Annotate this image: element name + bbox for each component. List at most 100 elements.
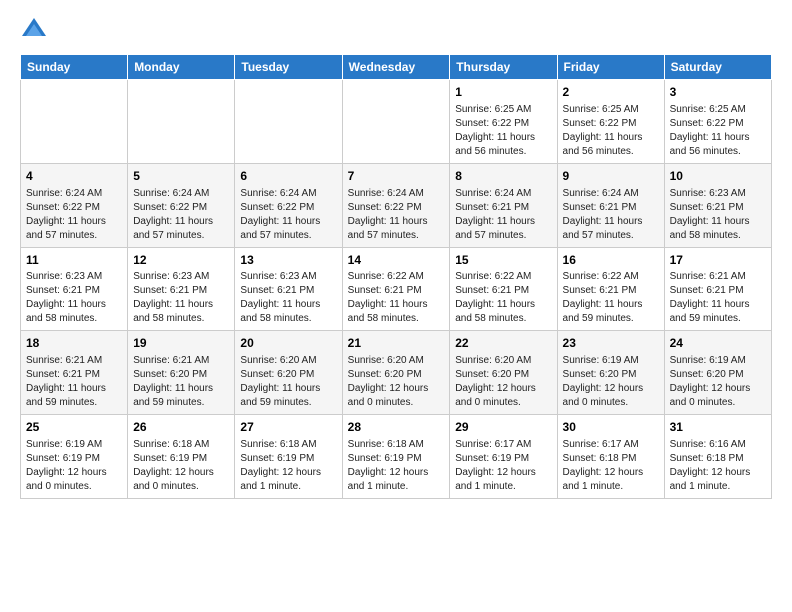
day-number: 27 (240, 419, 336, 436)
day-info: Sunrise: 6:16 AM Sunset: 6:18 PM Dayligh… (670, 438, 766, 494)
day-number: 8 (455, 168, 551, 185)
day-number: 23 (563, 335, 659, 352)
day-info: Sunrise: 6:24 AM Sunset: 6:22 PM Dayligh… (348, 187, 445, 243)
weekday-header-wednesday: Wednesday (342, 55, 450, 80)
day-info: Sunrise: 6:22 AM Sunset: 6:21 PM Dayligh… (563, 270, 659, 326)
day-info: Sunrise: 6:20 AM Sunset: 6:20 PM Dayligh… (348, 354, 445, 410)
calendar-cell: 26 Sunrise: 6:18 AM Sunset: 6:19 PM Dayli… (128, 415, 235, 499)
day-number: 11 (26, 252, 122, 269)
calendar-cell: 11Sunrise: 6:23 AM Sunset: 6:21 PM Dayli… (21, 247, 128, 331)
calendar-cell: 28Sunrise: 6:18 AM Sunset: 6:19 PM Dayli… (342, 415, 450, 499)
calendar-cell: 23 Sunrise: 6:19 AM Sunset: 6:20 PM Dayli… (557, 331, 664, 415)
day-number: 17 (670, 252, 766, 269)
calendar-cell: 29 Sunrise: 6:17 AM Sunset: 6:19 PM Dayli… (450, 415, 557, 499)
calendar-cell: 14Sunrise: 6:22 AM Sunset: 6:21 PM Dayli… (342, 247, 450, 331)
day-info: Sunrise: 6:23 AM Sunset: 6:21 PM Dayligh… (26, 270, 122, 326)
day-number: 19 (133, 335, 229, 352)
day-info: Sunrise: 6:18 AM Sunset: 6:19 PM Dayligh… (133, 438, 229, 494)
day-info: Sunrise: 6:24 AM Sunset: 6:21 PM Dayligh… (563, 187, 659, 243)
day-info: Sunrise: 6:22 AM Sunset: 6:21 PM Dayligh… (455, 270, 551, 326)
weekday-header-thursday: Thursday (450, 55, 557, 80)
day-info: Sunrise: 6:21 AM Sunset: 6:21 PM Dayligh… (26, 354, 122, 410)
day-info: Sunrise: 6:24 AM Sunset: 6:22 PM Dayligh… (240, 187, 336, 243)
weekday-header-monday: Monday (128, 55, 235, 80)
day-info: Sunrise: 6:24 AM Sunset: 6:22 PM Dayligh… (26, 187, 122, 243)
day-info: Sunrise: 6:21 AM Sunset: 6:20 PM Dayligh… (133, 354, 229, 410)
day-number: 3 (670, 84, 766, 101)
calendar-cell: 18Sunrise: 6:21 AM Sunset: 6:21 PM Dayli… (21, 331, 128, 415)
day-info: Sunrise: 6:25 AM Sunset: 6:22 PM Dayligh… (455, 103, 551, 159)
calendar-cell (235, 80, 342, 164)
weekday-header-sunday: Sunday (21, 55, 128, 80)
day-info: Sunrise: 6:24 AM Sunset: 6:21 PM Dayligh… (455, 187, 551, 243)
day-number: 5 (133, 168, 229, 185)
day-number: 1 (455, 84, 551, 101)
day-info: Sunrise: 6:17 AM Sunset: 6:18 PM Dayligh… (563, 438, 659, 494)
calendar-cell: 30 Sunrise: 6:17 AM Sunset: 6:18 PM Dayli… (557, 415, 664, 499)
day-number: 4 (26, 168, 122, 185)
day-info: Sunrise: 6:17 AM Sunset: 6:19 PM Dayligh… (455, 438, 551, 494)
day-info: Sunrise: 6:19 AM Sunset: 6:20 PM Dayligh… (563, 354, 659, 410)
calendar-cell: 13Sunrise: 6:23 AM Sunset: 6:21 PM Dayli… (235, 247, 342, 331)
day-number: 29 (455, 419, 551, 436)
day-number: 15 (455, 252, 551, 269)
day-number: 13 (240, 252, 336, 269)
day-info: Sunrise: 6:23 AM Sunset: 6:21 PM Dayligh… (240, 270, 336, 326)
weekday-header-row: SundayMondayTuesdayWednesdayThursdayFrid… (21, 55, 772, 80)
day-number: 20 (240, 335, 336, 352)
calendar-cell: 15Sunrise: 6:22 AM Sunset: 6:21 PM Dayli… (450, 247, 557, 331)
calendar-cell: 31Sunrise: 6:16 AM Sunset: 6:18 PM Dayli… (664, 415, 771, 499)
calendar-cell: 16Sunrise: 6:22 AM Sunset: 6:21 PM Dayli… (557, 247, 664, 331)
logo-icon (20, 16, 48, 44)
day-info: Sunrise: 6:24 AM Sunset: 6:22 PM Dayligh… (133, 187, 229, 243)
day-info: Sunrise: 6:23 AM Sunset: 6:21 PM Dayligh… (670, 187, 766, 243)
logo (20, 16, 52, 44)
day-number: 10 (670, 168, 766, 185)
calendar-cell: 17Sunrise: 6:21 AM Sunset: 6:21 PM Dayli… (664, 247, 771, 331)
calendar-cell: 22 Sunrise: 6:20 AM Sunset: 6:20 PM Dayli… (450, 331, 557, 415)
calendar-cell: 8 Sunrise: 6:24 AM Sunset: 6:21 PM Daylig… (450, 163, 557, 247)
calendar-cell: 21Sunrise: 6:20 AM Sunset: 6:20 PM Dayli… (342, 331, 450, 415)
calendar-cell: 9 Sunrise: 6:24 AM Sunset: 6:21 PM Daylig… (557, 163, 664, 247)
day-number: 16 (563, 252, 659, 269)
day-info: Sunrise: 6:21 AM Sunset: 6:21 PM Dayligh… (670, 270, 766, 326)
calendar-table: SundayMondayTuesdayWednesdayThursdayFrid… (20, 54, 772, 499)
calendar-page: SundayMondayTuesdayWednesdayThursdayFrid… (0, 0, 792, 612)
weekday-header-friday: Friday (557, 55, 664, 80)
day-number: 9 (563, 168, 659, 185)
weekday-header-saturday: Saturday (664, 55, 771, 80)
day-info: Sunrise: 6:25 AM Sunset: 6:22 PM Dayligh… (563, 103, 659, 159)
calendar-week-0: 1 Sunrise: 6:25 AM Sunset: 6:22 PM Daylig… (21, 80, 772, 164)
day-number: 6 (240, 168, 336, 185)
calendar-cell: 1 Sunrise: 6:25 AM Sunset: 6:22 PM Daylig… (450, 80, 557, 164)
calendar-week-4: 25Sunrise: 6:19 AM Sunset: 6:19 PM Dayli… (21, 415, 772, 499)
day-number: 26 (133, 419, 229, 436)
calendar-cell: 19 Sunrise: 6:21 AM Sunset: 6:20 PM Dayli… (128, 331, 235, 415)
day-info: Sunrise: 6:20 AM Sunset: 6:20 PM Dayligh… (240, 354, 336, 410)
calendar-cell: 10 Sunrise: 6:23 AM Sunset: 6:21 PM Dayli… (664, 163, 771, 247)
day-number: 30 (563, 419, 659, 436)
calendar-cell: 24Sunrise: 6:19 AM Sunset: 6:20 PM Dayli… (664, 331, 771, 415)
day-number: 7 (348, 168, 445, 185)
calendar-week-2: 11Sunrise: 6:23 AM Sunset: 6:21 PM Dayli… (21, 247, 772, 331)
day-info: Sunrise: 6:23 AM Sunset: 6:21 PM Dayligh… (133, 270, 229, 326)
calendar-cell: 25Sunrise: 6:19 AM Sunset: 6:19 PM Dayli… (21, 415, 128, 499)
calendar-cell: 3Sunrise: 6:25 AM Sunset: 6:22 PM Daylig… (664, 80, 771, 164)
calendar-cell (21, 80, 128, 164)
calendar-cell: 5 Sunrise: 6:24 AM Sunset: 6:22 PM Daylig… (128, 163, 235, 247)
day-info: Sunrise: 6:19 AM Sunset: 6:20 PM Dayligh… (670, 354, 766, 410)
day-info: Sunrise: 6:22 AM Sunset: 6:21 PM Dayligh… (348, 270, 445, 326)
calendar-cell: 20 Sunrise: 6:20 AM Sunset: 6:20 PM Dayli… (235, 331, 342, 415)
calendar-week-1: 4 Sunrise: 6:24 AM Sunset: 6:22 PM Daylig… (21, 163, 772, 247)
day-info: Sunrise: 6:20 AM Sunset: 6:20 PM Dayligh… (455, 354, 551, 410)
calendar-cell: 7 Sunrise: 6:24 AM Sunset: 6:22 PM Daylig… (342, 163, 450, 247)
day-number: 2 (563, 84, 659, 101)
day-number: 22 (455, 335, 551, 352)
calendar-cell (128, 80, 235, 164)
calendar-cell: 6 Sunrise: 6:24 AM Sunset: 6:22 PM Daylig… (235, 163, 342, 247)
header (20, 16, 772, 44)
calendar-body: 1 Sunrise: 6:25 AM Sunset: 6:22 PM Daylig… (21, 80, 772, 499)
calendar-cell: 2 Sunrise: 6:25 AM Sunset: 6:22 PM Daylig… (557, 80, 664, 164)
day-info: Sunrise: 6:19 AM Sunset: 6:19 PM Dayligh… (26, 438, 122, 494)
weekday-header-tuesday: Tuesday (235, 55, 342, 80)
